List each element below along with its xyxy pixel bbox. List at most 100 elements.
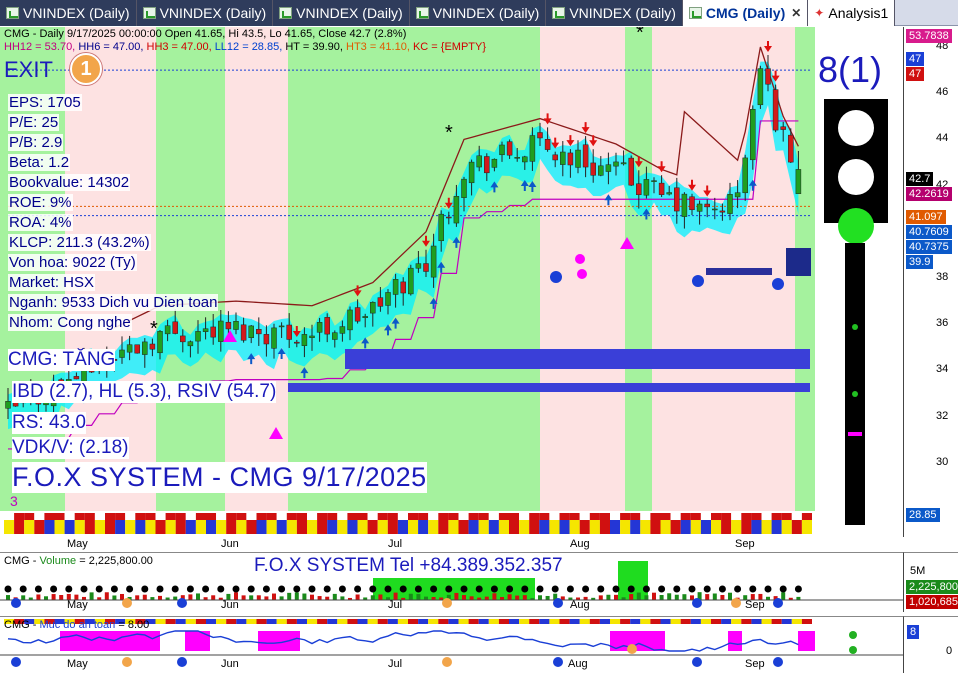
regime-strip-bottom	[135, 520, 146, 534]
volume-dot	[202, 585, 210, 593]
regime-strip-bottom	[236, 520, 247, 534]
regime-strip-bottom	[307, 520, 318, 534]
volume-axis[interactable]: 5M 2,225,800 1,020,685	[903, 552, 958, 612]
regime-strip-bottom	[387, 520, 398, 534]
safety-strip	[751, 619, 762, 624]
candle-body	[636, 183, 642, 195]
safety-strip	[660, 619, 671, 624]
candle-body	[271, 327, 277, 349]
candle-body	[590, 162, 596, 176]
price-tag: 53.7838	[906, 29, 952, 43]
volume-dot	[506, 585, 514, 593]
safety-strip	[397, 619, 408, 624]
regime-strip-bottom	[488, 520, 499, 534]
volume-dot	[566, 585, 574, 593]
regime-strip-top	[579, 513, 590, 520]
regime-strip-top	[266, 513, 277, 520]
candle-body	[438, 213, 444, 242]
price-chart-canvas[interactable]: * * *	[0, 27, 903, 537]
status-dot	[849, 631, 857, 639]
price-tag: 47	[906, 52, 925, 66]
regime-strip-bottom	[569, 520, 580, 534]
tab-vnindex-4[interactable]: VNINDEX (Daily)	[409, 0, 547, 26]
volume-dot	[718, 585, 726, 593]
safety-strip	[700, 619, 711, 624]
regime-strip-top	[700, 513, 711, 520]
candle-body	[537, 132, 543, 139]
regime-strip-bottom	[448, 520, 459, 534]
candle-body	[666, 192, 672, 195]
regime-strip-top	[670, 513, 681, 520]
candle-body	[582, 144, 589, 168]
regime-strip-top	[771, 513, 782, 520]
regime-strip-bottom	[44, 520, 55, 534]
regime-strip-top	[448, 513, 459, 520]
regime-strip-bottom	[296, 520, 307, 534]
volume-bar	[241, 595, 246, 600]
rs-line: RS: 43.0	[12, 412, 86, 434]
candle-body	[408, 267, 414, 295]
tab-vnindex-1[interactable]: VNINDEX (Daily)	[0, 0, 137, 26]
volume-dot	[673, 585, 681, 593]
info-marker	[177, 657, 187, 667]
candle-body	[476, 155, 482, 168]
tab-vnindex-5[interactable]: VNINDEX (Daily)	[546, 0, 683, 26]
volume-bar	[317, 596, 322, 600]
safety-strip	[711, 619, 722, 624]
candle-body	[575, 149, 581, 168]
indicator-axis[interactable]: 8 0	[903, 616, 958, 673]
volume-bar	[264, 596, 269, 600]
safety-indicator-pane[interactable]: CMG - Muc do an toan = 8.00 May Jun Jul …	[0, 616, 903, 673]
volume-bar	[272, 593, 276, 600]
price-chart-pane[interactable]: * * * CMG - Daily 9/17/2025 00:00:00 Open …	[0, 27, 903, 537]
regime-strip-bottom	[579, 520, 590, 534]
price-tag: 41.097	[906, 210, 946, 224]
tab-vnindex-3[interactable]: VNINDEX (Daily)	[273, 0, 410, 26]
tab-cmg[interactable]: CMG (Daily) ✕	[682, 0, 809, 26]
volume-bar	[416, 594, 421, 600]
regime-strip-bottom	[650, 520, 661, 534]
volume-dot	[475, 585, 483, 593]
safety-strip	[226, 619, 237, 624]
regime-strip-bottom	[206, 520, 217, 534]
info-marker	[692, 657, 702, 667]
volume-bar	[545, 595, 550, 600]
regime-strip-bottom	[620, 520, 631, 534]
month-label-jun: Jun	[221, 658, 239, 670]
tab-analysis[interactable]: ✦ Analysis1	[808, 0, 896, 26]
candle-body	[544, 139, 551, 150]
info-marker	[177, 598, 187, 608]
volume-bar	[310, 594, 314, 600]
candle-body	[377, 297, 384, 307]
candle-body	[620, 162, 627, 165]
volume-bar	[340, 596, 345, 600]
regime-strip-bottom	[54, 520, 65, 534]
volume-bar	[89, 592, 94, 600]
regime-strip-bottom	[468, 520, 479, 534]
safety-strip	[206, 619, 217, 624]
regime-strip-top	[610, 513, 621, 520]
regime-strip-top	[509, 513, 520, 520]
tab-vnindex-2[interactable]: VNINDEX (Daily)	[136, 0, 274, 26]
price-axis[interactable]: 48464442403836343230 53.7838474742.742.2…	[903, 27, 958, 537]
candle-body	[195, 331, 201, 342]
info-marker	[11, 657, 21, 667]
safety-strip	[276, 619, 287, 624]
volume-dot	[308, 585, 316, 593]
safety-strip	[377, 619, 388, 624]
price-tag: 28.85	[906, 508, 940, 522]
volume-pane[interactable]: CMG - Volume = 2,225,800.00 F.O.X SYSTEM…	[0, 552, 903, 612]
month-label-jul: Jul	[388, 538, 403, 550]
volume-bar	[515, 595, 520, 600]
safety-strip	[579, 619, 590, 624]
volume-bar	[302, 593, 307, 600]
regime-strip-top	[458, 513, 469, 520]
close-icon[interactable]: ✕	[791, 6, 801, 20]
volume-dot	[19, 585, 27, 593]
safety-strip	[458, 619, 469, 624]
regime-zone	[156, 27, 225, 511]
regime-strip-top	[488, 513, 499, 520]
candle-body	[339, 326, 346, 334]
candle-body	[134, 344, 140, 354]
safety-strip	[549, 619, 560, 624]
